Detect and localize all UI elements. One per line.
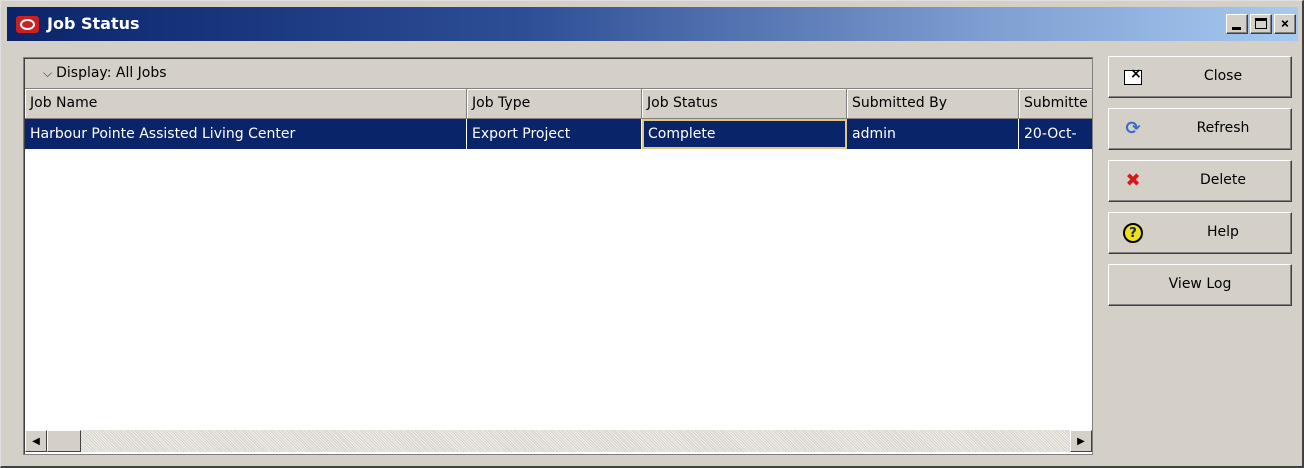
cell-job-type[interactable]: Export Project xyxy=(467,119,642,149)
column-header-submitted-date[interactable]: Submitte xyxy=(1019,89,1092,119)
refresh-button-label: Refresh xyxy=(1196,120,1250,136)
table-header: Job Name Job Type Job Status Submitted B… xyxy=(25,89,1092,119)
display-filter-bar[interactable]: ⌵ Display: All Jobs xyxy=(25,59,1092,89)
column-header-job-status[interactable]: Job Status xyxy=(642,89,847,119)
delete-button[interactable]: ✖ Delete xyxy=(1108,160,1292,202)
scroll-thumb[interactable] xyxy=(47,430,81,452)
maximize-button[interactable] xyxy=(1250,14,1272,34)
minimize-button[interactable] xyxy=(1226,14,1248,34)
minimize-icon xyxy=(1232,27,1241,30)
column-header-job-type[interactable]: Job Type xyxy=(467,89,642,119)
help-button[interactable]: ? Help xyxy=(1108,212,1292,254)
window-close-icon xyxy=(1124,67,1142,85)
jobs-panel: ⌵ Display: All Jobs Job Name Job Type Jo… xyxy=(23,57,1093,455)
table-row[interactable]: Harbour Pointe Assisted Living Center Ex… xyxy=(25,119,1092,149)
scroll-left-button[interactable]: ◀ xyxy=(25,430,47,452)
cell-job-name[interactable]: Harbour Pointe Assisted Living Center xyxy=(25,119,467,149)
close-x-icon: × xyxy=(1280,16,1290,32)
display-filter-label: Display: All Jobs xyxy=(56,65,167,81)
view-log-button-label: View Log xyxy=(1168,276,1232,292)
oracle-logo-icon xyxy=(16,16,39,33)
cell-job-status[interactable]: Complete xyxy=(642,119,847,149)
cell-submitted-by[interactable]: admin xyxy=(847,119,1019,149)
horizontal-scrollbar[interactable]: ◀ ▶ xyxy=(25,430,1092,452)
title-bar[interactable]: Job Status × xyxy=(7,7,1298,41)
job-status-window: Job Status × ⌵ Display: All Jobs Job Nam… xyxy=(0,0,1304,468)
arrow-right-icon: ▶ xyxy=(1077,435,1085,447)
display-filter-toggle[interactable]: ⌵ Display: All Jobs xyxy=(43,65,167,81)
refresh-icon: ⟳ xyxy=(1125,118,1141,139)
column-header-submitted-by[interactable]: Submitted By xyxy=(847,89,1019,119)
help-question-icon: ? xyxy=(1123,223,1143,243)
scroll-right-button[interactable]: ▶ xyxy=(1070,430,1092,452)
close-button-label: Close xyxy=(1203,68,1243,84)
close-button[interactable]: Close xyxy=(1108,56,1292,98)
help-button-label: Help xyxy=(1207,224,1239,240)
cell-submitted-date[interactable]: 20-Oct- xyxy=(1019,119,1092,149)
delete-x-icon: ✖ xyxy=(1125,170,1141,191)
delete-button-label: Delete xyxy=(1200,172,1246,188)
window-title: Job Status xyxy=(47,14,140,33)
chevron-down-icon: ⌵ xyxy=(43,65,53,80)
maximize-icon xyxy=(1255,18,1267,29)
refresh-button[interactable]: ⟳ Refresh xyxy=(1108,108,1292,150)
arrow-left-icon: ◀ xyxy=(32,435,40,447)
window-close-button[interactable]: × xyxy=(1274,14,1296,34)
view-log-button[interactable]: View Log xyxy=(1108,264,1292,306)
column-header-job-name[interactable]: Job Name xyxy=(25,89,467,119)
